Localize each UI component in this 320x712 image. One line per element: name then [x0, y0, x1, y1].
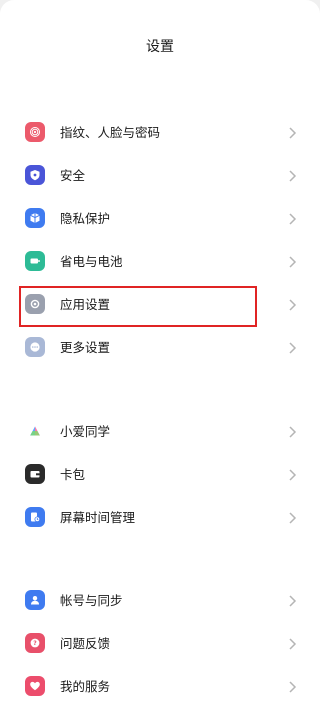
- privacy-cube-icon: [25, 208, 45, 228]
- settings-item-label: 指纹、人脸与密码: [60, 125, 161, 140]
- settings-item-xiaoai[interactable]: 小爱同学: [0, 410, 320, 453]
- settings-item-label: 问题反馈: [60, 636, 111, 651]
- account-icon: [25, 590, 45, 610]
- settings-item-battery[interactable]: 省电与电池: [0, 240, 320, 283]
- highlight-box-app-settings: [19, 286, 257, 327]
- settings-item-my-services[interactable]: 我的服务: [0, 665, 320, 708]
- chevron-right-icon: [287, 637, 297, 651]
- screen-time-icon: [25, 507, 45, 527]
- chevron-right-icon: [287, 298, 297, 312]
- settings-item-account-sync[interactable]: 帐号与同步: [0, 579, 320, 622]
- settings-item-label: 帐号与同步: [60, 593, 123, 608]
- settings-item-screen-time[interactable]: 屏幕时间管理: [0, 496, 320, 539]
- battery-icon: [25, 251, 45, 271]
- settings-item-card-wallet[interactable]: 卡包: [0, 453, 320, 496]
- settings-item-label: 安全: [60, 168, 86, 183]
- heart-icon: [25, 676, 45, 696]
- settings-item-label: 隐私保护: [60, 211, 111, 226]
- page-title: 设置: [146, 39, 174, 55]
- settings-item-security[interactable]: 安全: [0, 154, 320, 197]
- chevron-right-icon: [287, 594, 297, 608]
- chevron-right-icon: [287, 126, 297, 140]
- more-dots-icon: [25, 337, 45, 357]
- xiaoai-icon: [25, 421, 45, 441]
- svg-text:?: ?: [33, 640, 37, 647]
- settings-screen: 设置 指纹、人脸与密码 安全 隐私保护 省电与电池 应用设置 更多设置 小爱同学…: [0, 0, 320, 712]
- settings-item-privacy[interactable]: 隐私保护: [0, 197, 320, 240]
- wallet-icon: [25, 464, 45, 484]
- fingerprint-icon: [25, 122, 45, 142]
- feedback-icon: ?: [25, 633, 45, 653]
- settings-item-more-settings[interactable]: 更多设置: [0, 326, 320, 369]
- settings-item-feedback[interactable]: ? 问题反馈: [0, 622, 320, 665]
- settings-group-security: 指纹、人脸与密码 安全 隐私保护 省电与电池 应用设置 更多设置: [0, 111, 320, 369]
- settings-item-label: 屏幕时间管理: [60, 510, 136, 525]
- chevron-right-icon: [287, 212, 297, 226]
- settings-item-fingerprint-face-password[interactable]: 指纹、人脸与密码: [0, 111, 320, 154]
- settings-group-account: 帐号与同步 ? 问题反馈 我的服务: [0, 579, 320, 708]
- chevron-right-icon: [287, 511, 297, 525]
- settings-item-label: 小爱同学: [60, 424, 111, 439]
- settings-item-label: 更多设置: [60, 340, 111, 355]
- settings-item-label: 我的服务: [60, 679, 111, 694]
- settings-item-label: 省电与电池: [60, 254, 123, 269]
- settings-item-label: 卡包: [60, 467, 86, 482]
- chevron-right-icon: [287, 255, 297, 269]
- chevron-right-icon: [287, 341, 297, 355]
- chevron-right-icon: [287, 468, 297, 482]
- settings-group-services: 小爱同学 卡包 屏幕时间管理: [0, 410, 320, 539]
- shield-icon: [25, 165, 45, 185]
- chevron-right-icon: [287, 425, 297, 439]
- chevron-right-icon: [287, 169, 297, 183]
- chevron-right-icon: [287, 680, 297, 694]
